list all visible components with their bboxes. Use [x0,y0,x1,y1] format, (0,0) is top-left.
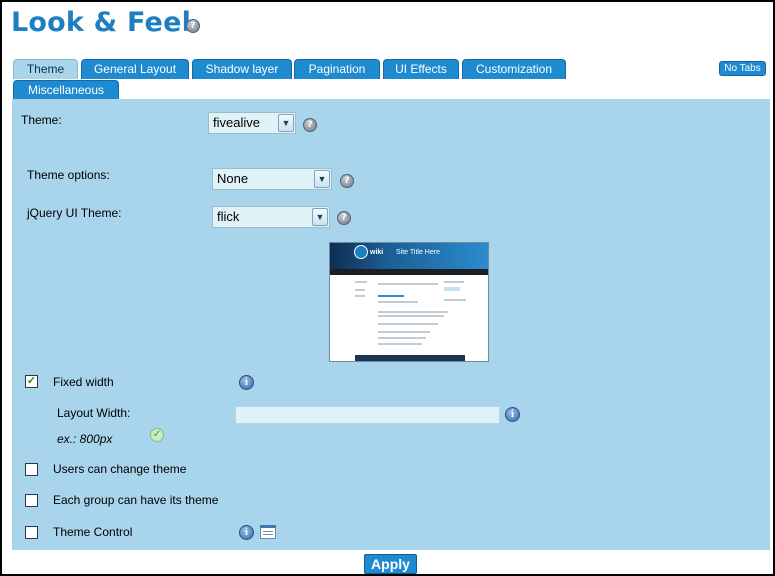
preview-logo [354,245,368,259]
info-icon[interactable]: i [505,407,520,422]
window-frame: Look & Feel ? Theme General Layout Shado… [0,0,775,576]
preview-text-line [378,311,448,313]
chevron-down-icon: ▼ [314,170,330,188]
preview-text-line [444,299,466,301]
jquery-theme-select[interactable]: flick ▼ [212,206,330,228]
chevron-down-icon: ▼ [312,208,328,226]
preview-text-line [378,315,444,317]
help-icon[interactable]: ? [337,211,351,225]
preview-text-line [378,331,430,333]
preview-text-line [378,337,426,339]
users-change-theme-checkbox[interactable] [25,463,38,476]
info-icon[interactable]: i [239,525,254,540]
theme-control-label: Theme Control [53,525,133,539]
layout-width-hint: ex.: 800px [57,432,113,446]
tab-pagination[interactable]: Pagination [294,59,380,79]
jquery-theme-value: flick [217,209,240,224]
page-title: Look & Feel [11,7,192,38]
theme-select-value: fivealive [213,115,260,130]
calendar-icon[interactable] [260,525,276,539]
fixed-width-label: Fixed width [53,375,114,389]
jquery-theme-label: jQuery UI Theme: [27,206,122,220]
preview-text-line [355,295,365,297]
theme-preview-image: wiki Site Title Here [329,242,489,362]
no-tabs-button[interactable]: No Tabs [719,61,766,76]
theme-select[interactable]: fivealive ▼ [208,112,296,134]
tab-miscellaneous[interactable]: Miscellaneous [13,80,119,100]
preview-text-line [355,289,365,291]
theme-options-label: Theme options: [27,168,110,182]
tab-general-layout[interactable]: General Layout [81,59,189,79]
preview-header [330,243,488,269]
preview-text-line [378,301,418,303]
preview-text-line [444,287,460,291]
preview-nav [330,269,488,275]
group-theme-checkbox[interactable] [25,494,38,507]
chevron-down-icon: ▼ [278,114,294,132]
theme-options-select[interactable]: None ▼ [212,168,332,190]
preview-footer [355,355,465,361]
preview-text-line [378,343,422,345]
apply-button[interactable]: Apply [364,554,417,574]
tab-theme[interactable]: Theme [13,59,78,79]
tab-shadow-layer[interactable]: Shadow layer [192,59,292,79]
info-icon[interactable]: i [239,375,254,390]
preview-text-line [378,283,438,285]
fixed-width-checkbox[interactable]: ✓ [25,375,38,388]
theme-label: Theme: [21,113,62,127]
group-theme-label: Each group can have its theme [53,493,219,507]
help-icon[interactable]: ? [186,19,200,33]
preview-text-line [378,323,438,325]
preview-logo-text: wiki [370,249,384,256]
tab-ui-effects[interactable]: UI Effects [383,59,459,79]
theme-control-checkbox[interactable] [25,526,38,539]
help-icon[interactable]: ? [303,118,317,132]
preview-text-line [355,281,367,283]
users-change-theme-label: Users can change theme [53,462,187,476]
preview-text-line [444,281,464,283]
tab-customization[interactable]: Customization [462,59,566,79]
layout-width-label: Layout Width: [57,406,131,420]
help-icon[interactable]: ? [340,174,354,188]
ok-icon: ✓ [150,428,164,442]
preview-site-title: Site Title Here [396,249,440,256]
layout-width-input[interactable] [235,406,500,424]
preview-text-line [378,295,404,297]
theme-options-value: None [217,171,249,186]
